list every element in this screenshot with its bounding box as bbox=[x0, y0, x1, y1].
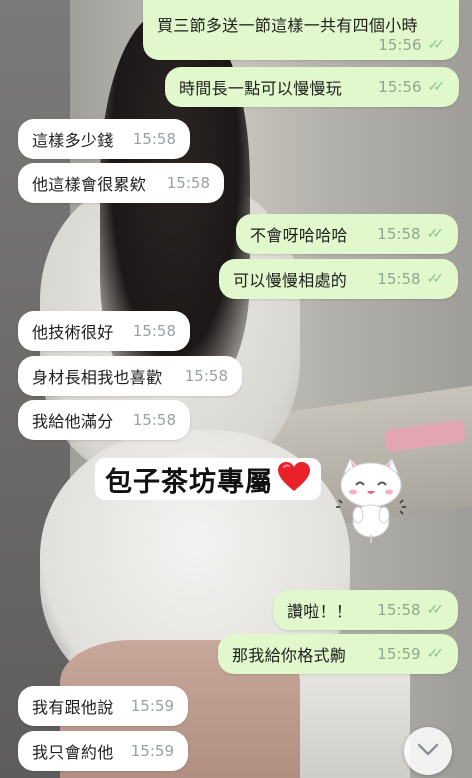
message-time: 15:56 bbox=[378, 78, 422, 96]
message-bubble-incoming[interactable]: 我只會約他 15:59 bbox=[18, 731, 188, 771]
message-bubble-incoming[interactable]: 這樣多少錢 15:58 bbox=[18, 119, 190, 159]
message-time: 15:58 bbox=[377, 225, 421, 243]
message-text: 買三節多送一節這樣一共有四個小時 bbox=[157, 16, 418, 35]
message-time: 15:58 bbox=[132, 411, 176, 429]
message-text: 這樣多少錢 bbox=[32, 131, 114, 150]
message-text: 他技術很好 bbox=[32, 323, 114, 342]
message-time: 15:58 bbox=[132, 322, 176, 340]
message-time: 15:59 bbox=[130, 697, 174, 715]
message-time: 15:58 bbox=[377, 270, 421, 288]
message-text: 身材長相我也喜歡 bbox=[32, 368, 163, 387]
scroll-to-bottom-button[interactable] bbox=[404, 727, 452, 775]
message-bubble-incoming[interactable]: 他技術很好 15:58 bbox=[18, 311, 190, 351]
message-bubble-incoming[interactable]: 身材長相我也喜歡 15:58 bbox=[18, 356, 242, 396]
message-bubble-outgoing[interactable]: 買三節多送一節這樣一共有四個小時 15:56 ✓✓ bbox=[143, 0, 459, 60]
message-text: 我有跟他說 bbox=[32, 698, 114, 717]
message-time: 15:59 bbox=[377, 645, 421, 663]
message-text: 他這樣會很累欸 bbox=[32, 175, 147, 194]
message-bubble-outgoing[interactable]: 不會呀哈哈哈 15:58 ✓✓ bbox=[236, 214, 458, 254]
overlay-label: 包子茶坊專屬 bbox=[105, 466, 273, 498]
read-check-icon: ✓✓ bbox=[427, 79, 446, 95]
message-text: 讚啦！！ bbox=[287, 602, 353, 621]
message-text: 我給他滿分 bbox=[32, 412, 114, 431]
read-check-icon: ✓✓ bbox=[426, 602, 445, 618]
message-bubble-incoming[interactable]: 我有跟他說 15:59 bbox=[18, 686, 188, 726]
message-bubble-outgoing[interactable]: 時間長一點可以慢慢玩 15:56 ✓✓ bbox=[165, 67, 459, 107]
cat-sticker-icon bbox=[336, 455, 406, 545]
message-time: 15:58 bbox=[132, 130, 176, 148]
message-text: 時間長一點可以慢慢玩 bbox=[179, 79, 343, 98]
read-check-icon: ✓✓ bbox=[426, 226, 445, 242]
message-bubble-incoming[interactable]: 他這樣會很累欸 15:58 bbox=[18, 163, 224, 203]
read-check-icon: ✓✓ bbox=[426, 271, 445, 287]
message-time: 15:56 bbox=[378, 36, 422, 54]
message-time: 15:58 bbox=[377, 601, 421, 619]
read-check-icon: ✓✓ bbox=[426, 646, 445, 662]
heart-icon bbox=[277, 461, 311, 497]
message-time: 15:59 bbox=[130, 742, 174, 760]
overlay-tag: 包子茶坊專屬 bbox=[95, 458, 321, 500]
message-text: 不會呀哈哈哈 bbox=[250, 226, 348, 245]
message-bubble-incoming[interactable]: 我給他滿分 15:58 bbox=[18, 400, 190, 440]
message-text: 我只會約他 bbox=[32, 743, 114, 762]
message-bubble-outgoing[interactable]: 讚啦！！ 15:58 ✓✓ bbox=[273, 590, 458, 630]
message-time: 15:58 bbox=[166, 174, 210, 192]
message-text: 那我給你格式齁 bbox=[232, 646, 347, 665]
message-time: 15:58 bbox=[184, 367, 228, 385]
read-check-icon: ✓✓ bbox=[427, 37, 446, 53]
message-bubble-outgoing[interactable]: 那我給你格式齁 15:59 ✓✓ bbox=[218, 634, 458, 674]
message-text: 可以慢慢相處的 bbox=[233, 271, 348, 290]
chevron-down-icon bbox=[417, 742, 439, 761]
message-bubble-outgoing[interactable]: 可以慢慢相處的 15:58 ✓✓ bbox=[219, 259, 458, 299]
